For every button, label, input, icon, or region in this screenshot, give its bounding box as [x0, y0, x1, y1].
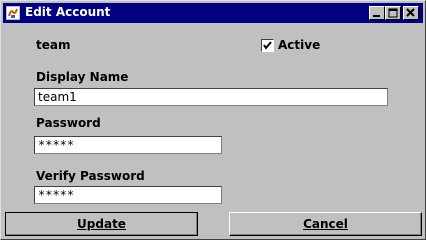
update-button-label: Update	[77, 217, 126, 231]
password-label: Password	[36, 116, 101, 130]
title-bar[interactable]: Edit Account	[3, 3, 423, 23]
minimize-button[interactable]	[369, 6, 385, 20]
display-name-label: Display Name	[36, 70, 129, 84]
window-title: Edit Account	[25, 5, 111, 19]
minimize-icon	[373, 15, 380, 17]
account-name-label: team	[36, 38, 71, 52]
close-icon	[406, 8, 415, 17]
active-checkbox[interactable]	[261, 39, 274, 52]
cancel-button-label: Cancel	[303, 217, 348, 231]
close-button[interactable]	[403, 6, 419, 20]
active-label[interactable]: Active	[278, 38, 320, 52]
verify-password-input[interactable]: *****	[34, 186, 222, 204]
display-name-input[interactable]: team1	[34, 88, 388, 106]
verify-password-label: Verify Password	[36, 169, 145, 183]
cancel-button[interactable]: Cancel	[229, 212, 422, 236]
maximize-icon	[388, 8, 398, 18]
update-button[interactable]: Update	[5, 212, 198, 236]
edit-account-window: Edit Account team Active Display Name te…	[0, 0, 426, 240]
checkmark-icon	[263, 41, 272, 50]
app-icon[interactable]	[5, 5, 21, 21]
maximize-button[interactable]	[385, 6, 401, 20]
password-input[interactable]: *****	[34, 136, 222, 154]
